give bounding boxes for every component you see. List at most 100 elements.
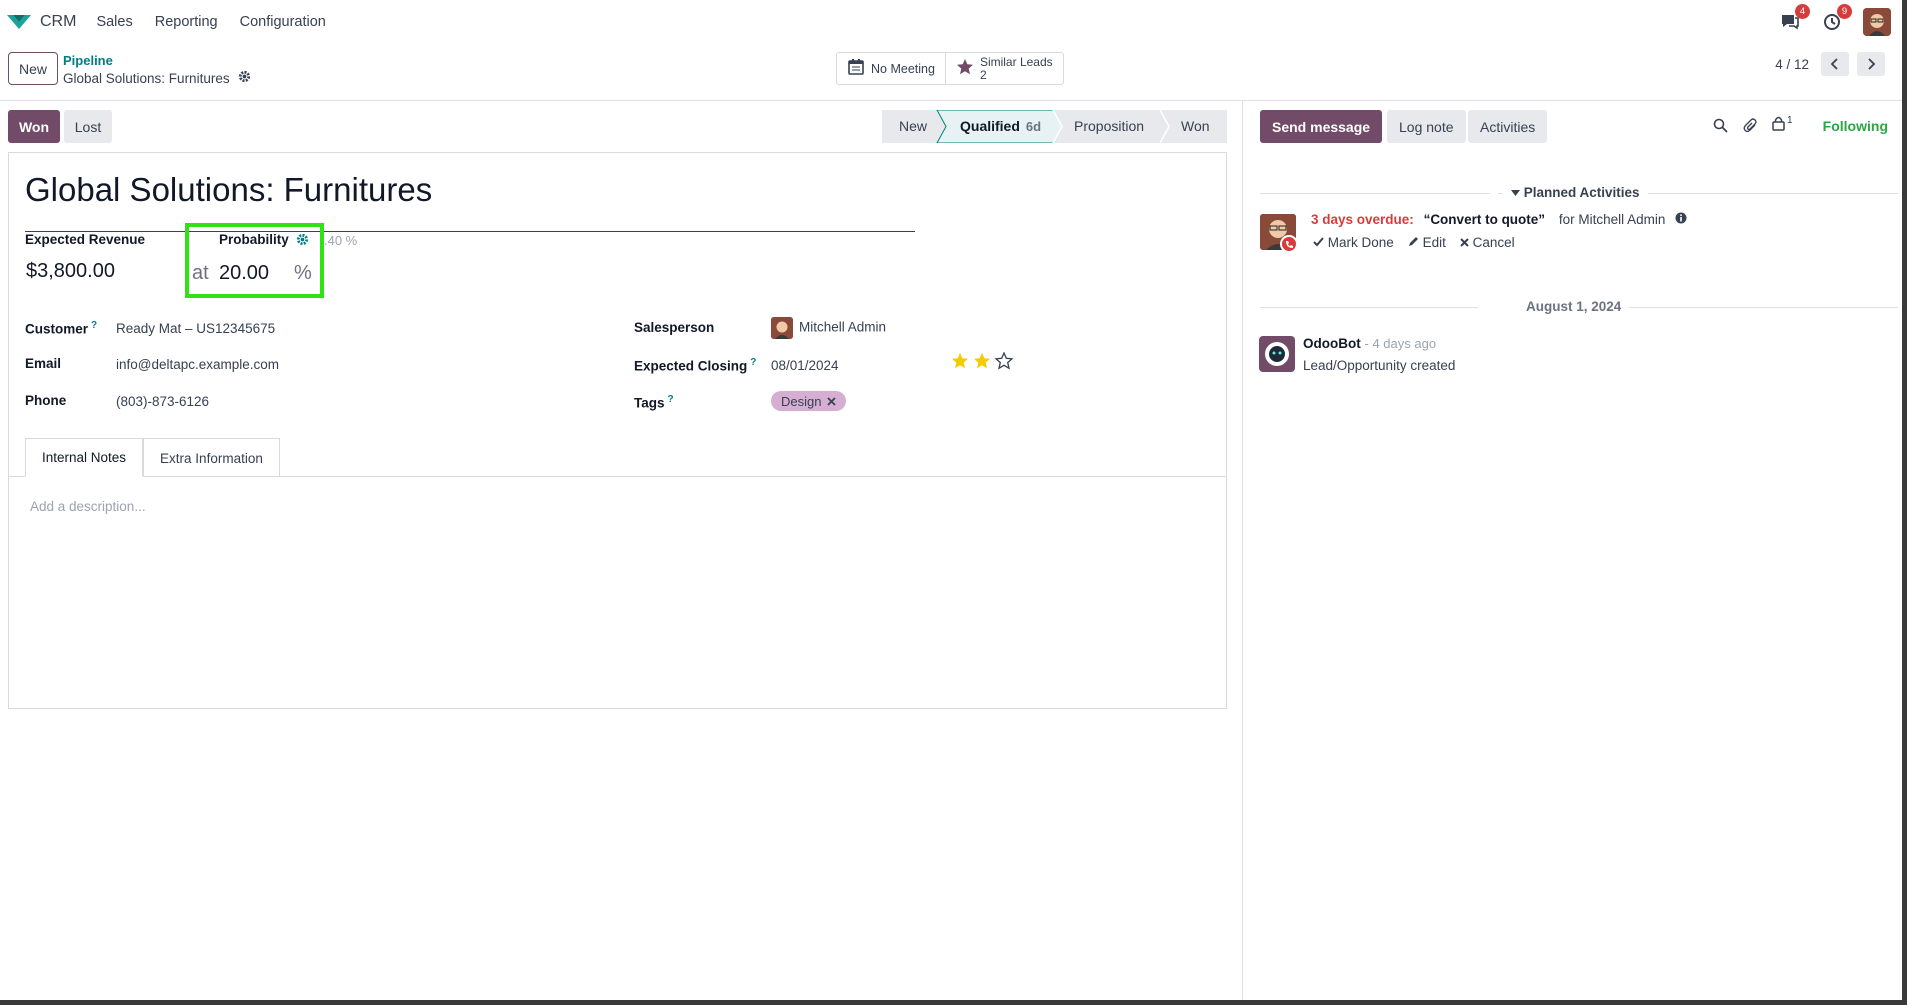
tags-help-icon[interactable]: ? xyxy=(668,394,674,405)
tab-internal-notes[interactable]: Internal Notes xyxy=(25,438,144,477)
calendar-icon xyxy=(847,58,865,79)
stage-proposition[interactable]: Proposition xyxy=(1074,110,1144,143)
description-field[interactable]: Add a description... xyxy=(30,499,146,514)
stage-won[interactable]: Won xyxy=(1181,110,1210,143)
odoobot-avatar xyxy=(1259,336,1295,372)
expected-closing-label: Expected Closing? xyxy=(634,357,757,374)
similar-leads-label: Similar Leads xyxy=(979,54,1053,69)
no-meeting-button[interactable]: No Meeting xyxy=(837,53,945,84)
date-separator-line-left xyxy=(1260,307,1478,308)
send-message-button[interactable]: Send message xyxy=(1260,110,1383,143)
chevron-left-icon xyxy=(1830,58,1838,70)
email-label: Email xyxy=(25,356,62,371)
activities-clock-icon[interactable]: 9 xyxy=(1821,3,1852,33)
date-separator: August 1, 2024 xyxy=(1518,299,1630,314)
opportunity-title-field[interactable]: Global Solutions: Furnitures xyxy=(25,171,915,232)
priority-stars xyxy=(951,352,1013,370)
customer-help-icon[interactable]: ? xyxy=(91,320,97,331)
activities-button[interactable]: Activities xyxy=(1468,110,1548,143)
form-statusbar: Won Lost New Qualified 6d Proposition Won xyxy=(0,110,1230,144)
gear-icon[interactable] xyxy=(238,70,251,86)
top-navbar: CRM Sales Reporting Configuration 4 9 xyxy=(0,0,1907,43)
breadcrumb-current: Global Solutions: Furnitures xyxy=(63,70,251,86)
close-icon xyxy=(1460,238,1469,247)
tag-remove-icon[interactable] xyxy=(827,394,837,409)
window-edge-right xyxy=(1902,0,1907,1005)
notebook-tabs: Internal Notes Extra Information xyxy=(25,438,280,477)
pager-previous-button[interactable] xyxy=(1821,52,1849,76)
won-button[interactable]: Won xyxy=(8,110,60,143)
star-icon xyxy=(956,58,974,79)
automated-probability: .40 % xyxy=(324,233,358,248)
priority-star-2-icon[interactable] xyxy=(973,352,991,370)
salesperson-field[interactable]: Mitchell Admin xyxy=(771,317,886,339)
salesperson-avatar xyxy=(771,317,793,339)
customer-label: Customer? xyxy=(25,320,98,337)
pager-next-button[interactable] xyxy=(1857,52,1885,76)
probability-field[interactable]: 20.00 xyxy=(219,262,269,285)
menu-configuration[interactable]: Configuration xyxy=(240,14,326,30)
search-icon[interactable] xyxy=(1713,118,1728,136)
caret-down-icon xyxy=(1511,190,1520,196)
similar-leads-count: 2 xyxy=(979,67,987,82)
stage-qualified[interactable]: Qualified 6d xyxy=(960,110,1041,143)
messages-icon[interactable]: 4 xyxy=(1779,3,1810,33)
crm-logo-icon[interactable] xyxy=(6,0,32,43)
email-field[interactable]: info@deltapc.example.com xyxy=(116,357,279,372)
expected-revenue-label: Expected Revenue xyxy=(25,232,146,247)
message-body: Lead/Opportunity created xyxy=(1303,358,1456,373)
activity-name: “Convert to quote” xyxy=(1423,212,1546,227)
messages-badge: 4 xyxy=(1795,3,1810,19)
menu-reporting[interactable]: Reporting xyxy=(155,14,218,30)
closing-help-icon[interactable]: ? xyxy=(750,357,756,368)
log-note-button[interactable]: Log note xyxy=(1387,110,1466,143)
app-name[interactable]: CRM xyxy=(40,13,76,31)
paperclip-icon[interactable] xyxy=(1743,118,1758,136)
mark-done-button[interactable]: Mark Done xyxy=(1313,235,1394,250)
phone-call-icon xyxy=(1280,235,1298,253)
message-author: OdooBot - 4 days ago xyxy=(1303,336,1437,351)
phone-field[interactable]: (803)-873-6126 xyxy=(116,394,209,409)
pager: 4 / 12 xyxy=(1775,52,1885,76)
following-button[interactable]: Following xyxy=(1823,118,1888,134)
tag-design[interactable]: Design xyxy=(771,391,847,411)
activity-assignee: for Mitchell Admin xyxy=(1558,212,1666,227)
tag-label: Design xyxy=(781,393,822,409)
edit-activity-button[interactable]: Edit xyxy=(1408,235,1446,250)
menu-sales[interactable]: Sales xyxy=(96,14,132,30)
expected-revenue-field[interactable]: $3,800.00 xyxy=(26,260,115,283)
priority-star-3-icon[interactable] xyxy=(995,352,1013,370)
tab-extra-information[interactable]: Extra Information xyxy=(143,438,280,477)
new-button[interactable]: New xyxy=(8,52,58,85)
activity-actions: Mark Done Edit Cancel xyxy=(1313,235,1515,250)
check-icon xyxy=(1313,237,1324,247)
chatter-panel: Send message Log note Activities 1 Follo… xyxy=(1242,101,1907,1005)
user-avatar[interactable] xyxy=(1863,7,1891,36)
planned-activities-toggle[interactable]: Planned Activities xyxy=(1503,185,1648,200)
planned-separator-line-left xyxy=(1260,193,1490,194)
pager-value[interactable]: 4 / 12 xyxy=(1775,57,1809,72)
no-meeting-label: No Meeting xyxy=(871,61,935,76)
form-sheet: Global Solutions: Furnitures Expected Re… xyxy=(8,152,1227,709)
activities-badge: 9 xyxy=(1837,3,1852,19)
breadcrumb-pipeline[interactable]: Pipeline xyxy=(63,53,113,68)
window-edge-bottom xyxy=(0,1000,1907,1005)
followers-count: 1 xyxy=(1787,115,1793,126)
probability-highlight-box xyxy=(185,223,324,298)
planned-activities-title: Planned Activities xyxy=(1523,185,1640,200)
similar-leads-button[interactable]: Similar Leads 2 xyxy=(944,53,1063,84)
followers-button[interactable]: 1 xyxy=(1771,115,1793,131)
info-icon[interactable] xyxy=(1675,212,1687,227)
stage-new[interactable]: New xyxy=(899,110,927,143)
phone-label: Phone xyxy=(25,393,67,408)
activity-summary: 3 days overdue: “Convert to quote” for M… xyxy=(1311,212,1687,227)
cancel-activity-button[interactable]: Cancel xyxy=(1460,235,1515,250)
salesperson-name: Mitchell Admin xyxy=(799,319,887,335)
customer-field[interactable]: Ready Mat – US12345675 xyxy=(116,321,275,336)
expected-closing-field[interactable]: 08/01/2024 xyxy=(771,358,839,373)
priority-star-1-icon[interactable] xyxy=(951,352,969,370)
chevron-right-icon xyxy=(1868,58,1876,70)
lost-button[interactable]: Lost xyxy=(64,110,112,143)
control-panel: New Pipeline Global Solutions: Furniture… xyxy=(0,43,1907,101)
stage-arrows xyxy=(882,110,1227,143)
